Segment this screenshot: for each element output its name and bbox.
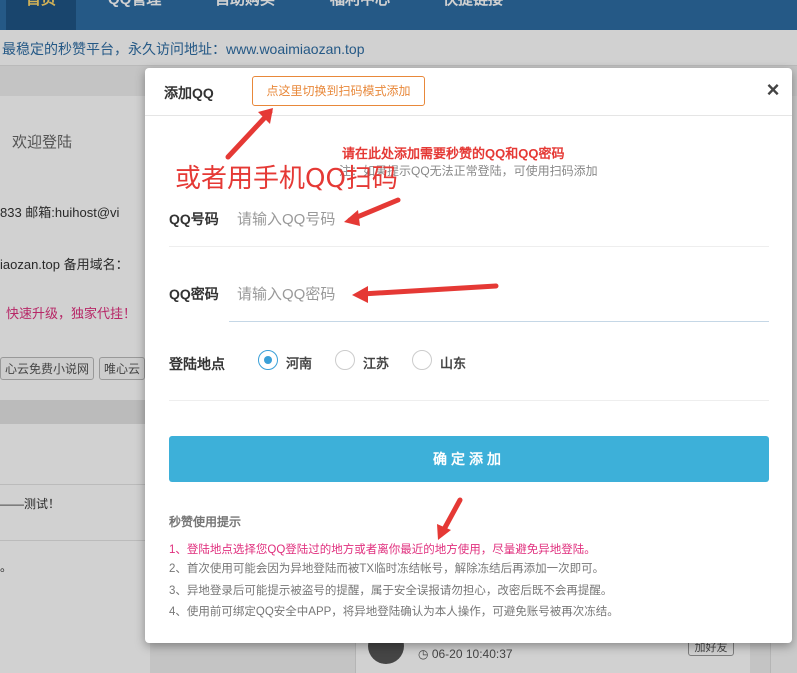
close-icon[interactable]: ×	[762, 79, 784, 103]
divider	[169, 246, 769, 247]
hint-item: 4、使用前可绑定QQ安全中APP，将异地登陆确认为本人操作，可避免账号被再次冻结…	[169, 606, 619, 618]
region-radio-jiangsu[interactable]	[335, 350, 355, 370]
modal-title: 添加QQ	[164, 85, 214, 101]
annotation-text: 或者用手机QQ扫码	[175, 164, 398, 194]
region-radio-henan[interactable]	[258, 350, 278, 370]
qq-password-input[interactable]	[229, 274, 769, 314]
region-label-shandong: 山东	[440, 356, 467, 371]
region-label: 登陆地点	[169, 356, 225, 372]
region-label-henan: 河南	[286, 356, 313, 371]
hint-title: 秒赞使用提示	[169, 515, 242, 529]
confirm-add-button[interactable]: 确定添加	[169, 436, 769, 482]
qq-password-label: QQ密码	[169, 286, 219, 302]
switch-scan-mode-button[interactable]: 点这里切换到扫码模式添加	[252, 76, 425, 106]
region-radio-shandong[interactable]	[412, 350, 432, 370]
hint-item: 2、首次使用可能会因为异地登陆而被TX临时冻结帐号，解除冻结后再添加一次即可。	[169, 563, 605, 575]
divider	[229, 321, 769, 322]
modal-header: 添加QQ 点这里切换到扫码模式添加 ×	[145, 68, 792, 116]
region-label-jiangsu: 江苏	[363, 356, 390, 371]
qq-number-label: QQ号码	[169, 211, 219, 227]
divider	[169, 400, 769, 401]
hint-item: 3、异地登录后可能提示被盗号的提醒，属于安全误报请勿担心，改密后既不会再提醒。	[169, 585, 613, 597]
add-qq-modal: 添加QQ 点这里切换到扫码模式添加 × 请在此处添加需要秒赞的QQ和QQ密码 注…	[145, 68, 792, 643]
hint-item: 1、登陆地点选择您QQ登陆过的地方或者离你最近的地方使用，尽量避免异地登陆。	[169, 544, 596, 556]
qq-number-input[interactable]	[229, 199, 769, 239]
